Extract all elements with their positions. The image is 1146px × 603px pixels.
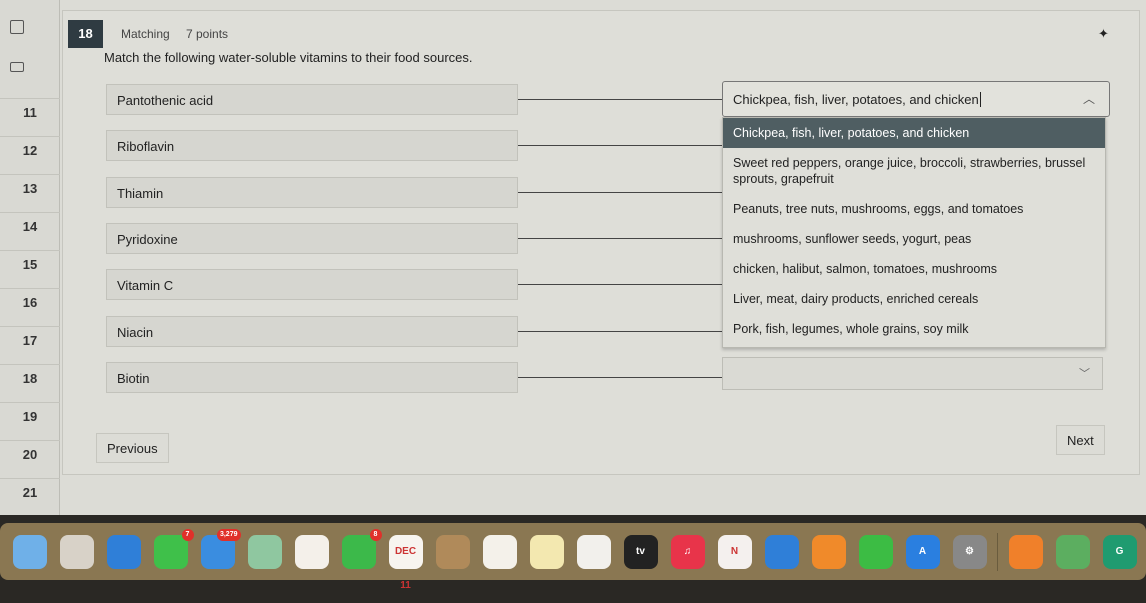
question-number: 18 bbox=[68, 20, 103, 48]
dropdown-options-list: Chickpea, fish, liver, potatoes, and chi… bbox=[722, 117, 1106, 348]
question-link-16[interactable]: 16 bbox=[0, 288, 60, 326]
music-icon[interactable]: ♫ bbox=[670, 534, 705, 569]
question-link-21[interactable]: 21 bbox=[0, 478, 60, 516]
reminders-icon[interactable] bbox=[482, 534, 517, 569]
dropdown-option[interactable]: Peanuts, tree nuts, mushrooms, eggs, and… bbox=[723, 194, 1105, 224]
vitamin-item: Niacin bbox=[106, 315, 518, 347]
dock: 7 3,279 8 DEC 11 tv ♫ N A ⚙ G bbox=[0, 523, 1146, 591]
vitamin-item: Thiamin bbox=[106, 176, 518, 208]
connector-line bbox=[518, 191, 722, 193]
question-link-11[interactable]: 11 bbox=[0, 98, 60, 136]
vitamin-item: Riboflavin bbox=[106, 130, 518, 162]
app-store-icon[interactable]: A bbox=[905, 534, 940, 569]
question-link-13[interactable]: 13 bbox=[0, 174, 60, 212]
system-settings-icon[interactable]: ⚙ bbox=[952, 534, 987, 569]
contacts-icon[interactable] bbox=[435, 534, 470, 569]
app-label: ♫ bbox=[683, 545, 692, 557]
chevron-up-icon: ︿ bbox=[1082, 92, 1095, 106]
connector-line bbox=[518, 99, 722, 100]
connector-line bbox=[518, 376, 722, 378]
question-type: Matching bbox=[121, 27, 170, 41]
find-my-icon[interactable] bbox=[1055, 534, 1090, 569]
question-link-15[interactable]: 15 bbox=[0, 250, 60, 288]
vitamin-item: Biotin bbox=[106, 361, 518, 393]
app-label: A bbox=[918, 545, 927, 557]
app-label: N bbox=[730, 545, 739, 557]
notification-badge: 3,279 bbox=[216, 528, 241, 541]
freeform-icon[interactable] bbox=[576, 534, 611, 569]
chevron-down-icon: ﹀ bbox=[1079, 368, 1090, 380]
photos-icon[interactable] bbox=[294, 534, 329, 569]
finder-icon[interactable] bbox=[12, 534, 47, 569]
vitamin-item: Vitamin C bbox=[106, 269, 518, 301]
notification-badge: 7 bbox=[181, 528, 194, 541]
tv-icon[interactable]: tv bbox=[623, 534, 658, 569]
mail-icon[interactable]: 3,279 bbox=[200, 528, 241, 569]
calendar-icon[interactable]: DEC 11 bbox=[388, 534, 423, 591]
dropdown-option[interactable]: mushrooms, sunflower seeds, yogurt, peas bbox=[723, 224, 1105, 254]
browser-screen: 11 12 13 14 15 16 17 18 19 20 21 18 Matching 7 poi… bbox=[0, 0, 1146, 515]
question-link-20[interactable]: 20 bbox=[0, 440, 60, 478]
calculator-icon[interactable] bbox=[10, 20, 24, 34]
connector-line bbox=[518, 145, 722, 147]
news-icon[interactable]: N bbox=[717, 534, 752, 569]
maps-icon[interactable] bbox=[247, 534, 282, 569]
question-link-18[interactable]: 18 bbox=[0, 364, 60, 402]
dropdown-option[interactable]: Pork, fish, legumes, whole grains, soy m… bbox=[723, 314, 1105, 344]
grammarly-icon[interactable]: G bbox=[1102, 534, 1137, 569]
app-label: ⚙ bbox=[965, 545, 974, 557]
books-icon[interactable] bbox=[1008, 534, 1043, 569]
pin-icon[interactable]: ✦ bbox=[1098, 26, 1109, 42]
connector-line bbox=[518, 237, 722, 239]
notification-badge: 8 bbox=[369, 528, 382, 541]
dropdown-value: Chickpea, fish, liver, potatoes, and chi… bbox=[733, 92, 979, 107]
previous-button[interactable]: Previous bbox=[96, 433, 169, 463]
numbers-icon[interactable] bbox=[858, 534, 893, 569]
question-prompt: Match the following water-soluble vitami… bbox=[104, 50, 473, 65]
dock-separator bbox=[997, 532, 998, 571]
app-label: G bbox=[1115, 545, 1124, 557]
app-label: DEC 11 bbox=[394, 545, 417, 591]
dropdown-option[interactable]: Chickpea, fish, liver, potatoes, and chi… bbox=[723, 118, 1105, 148]
app-label: tv bbox=[636, 545, 645, 557]
pages-icon[interactable] bbox=[811, 534, 846, 569]
launchpad-icon[interactable] bbox=[59, 534, 94, 569]
facetime-icon[interactable]: 8 bbox=[341, 528, 382, 569]
question-link-17[interactable]: 17 bbox=[0, 326, 60, 364]
keynote-icon[interactable] bbox=[764, 534, 799, 569]
dropdown-option[interactable]: Liver, meat, dairy products, enriched ce… bbox=[723, 284, 1105, 314]
next-button[interactable]: Next bbox=[1056, 425, 1105, 455]
connector-line bbox=[518, 284, 722, 286]
question-link-19[interactable]: 19 bbox=[0, 402, 60, 440]
dropdown-option[interactable]: Sweet red peppers, orange juice, broccol… bbox=[723, 148, 1105, 194]
question-nav-sidebar: 11 12 13 14 15 16 17 18 19 20 21 bbox=[0, 0, 60, 515]
answer-dropdown-biotin[interactable]: ﹀ bbox=[722, 357, 1103, 390]
notes-icon[interactable] bbox=[10, 62, 24, 72]
dropdown-option[interactable]: chicken, halibut, salmon, tomatoes, mush… bbox=[723, 254, 1105, 284]
question-link-14[interactable]: 14 bbox=[0, 212, 60, 250]
vitamin-item: Pantothenic acid bbox=[106, 84, 518, 115]
vitamin-item: Pyridoxine bbox=[106, 222, 518, 254]
notes-icon[interactable] bbox=[529, 534, 564, 569]
answer-dropdown-open[interactable]: Chickpea, fish, liver, potatoes, and chi… bbox=[722, 81, 1110, 117]
question-points: 7 points bbox=[186, 27, 229, 41]
safari-icon[interactable] bbox=[106, 534, 141, 569]
messages-icon[interactable]: 7 bbox=[153, 528, 194, 569]
connector-line bbox=[518, 330, 722, 332]
question-link-12[interactable]: 12 bbox=[0, 136, 60, 174]
